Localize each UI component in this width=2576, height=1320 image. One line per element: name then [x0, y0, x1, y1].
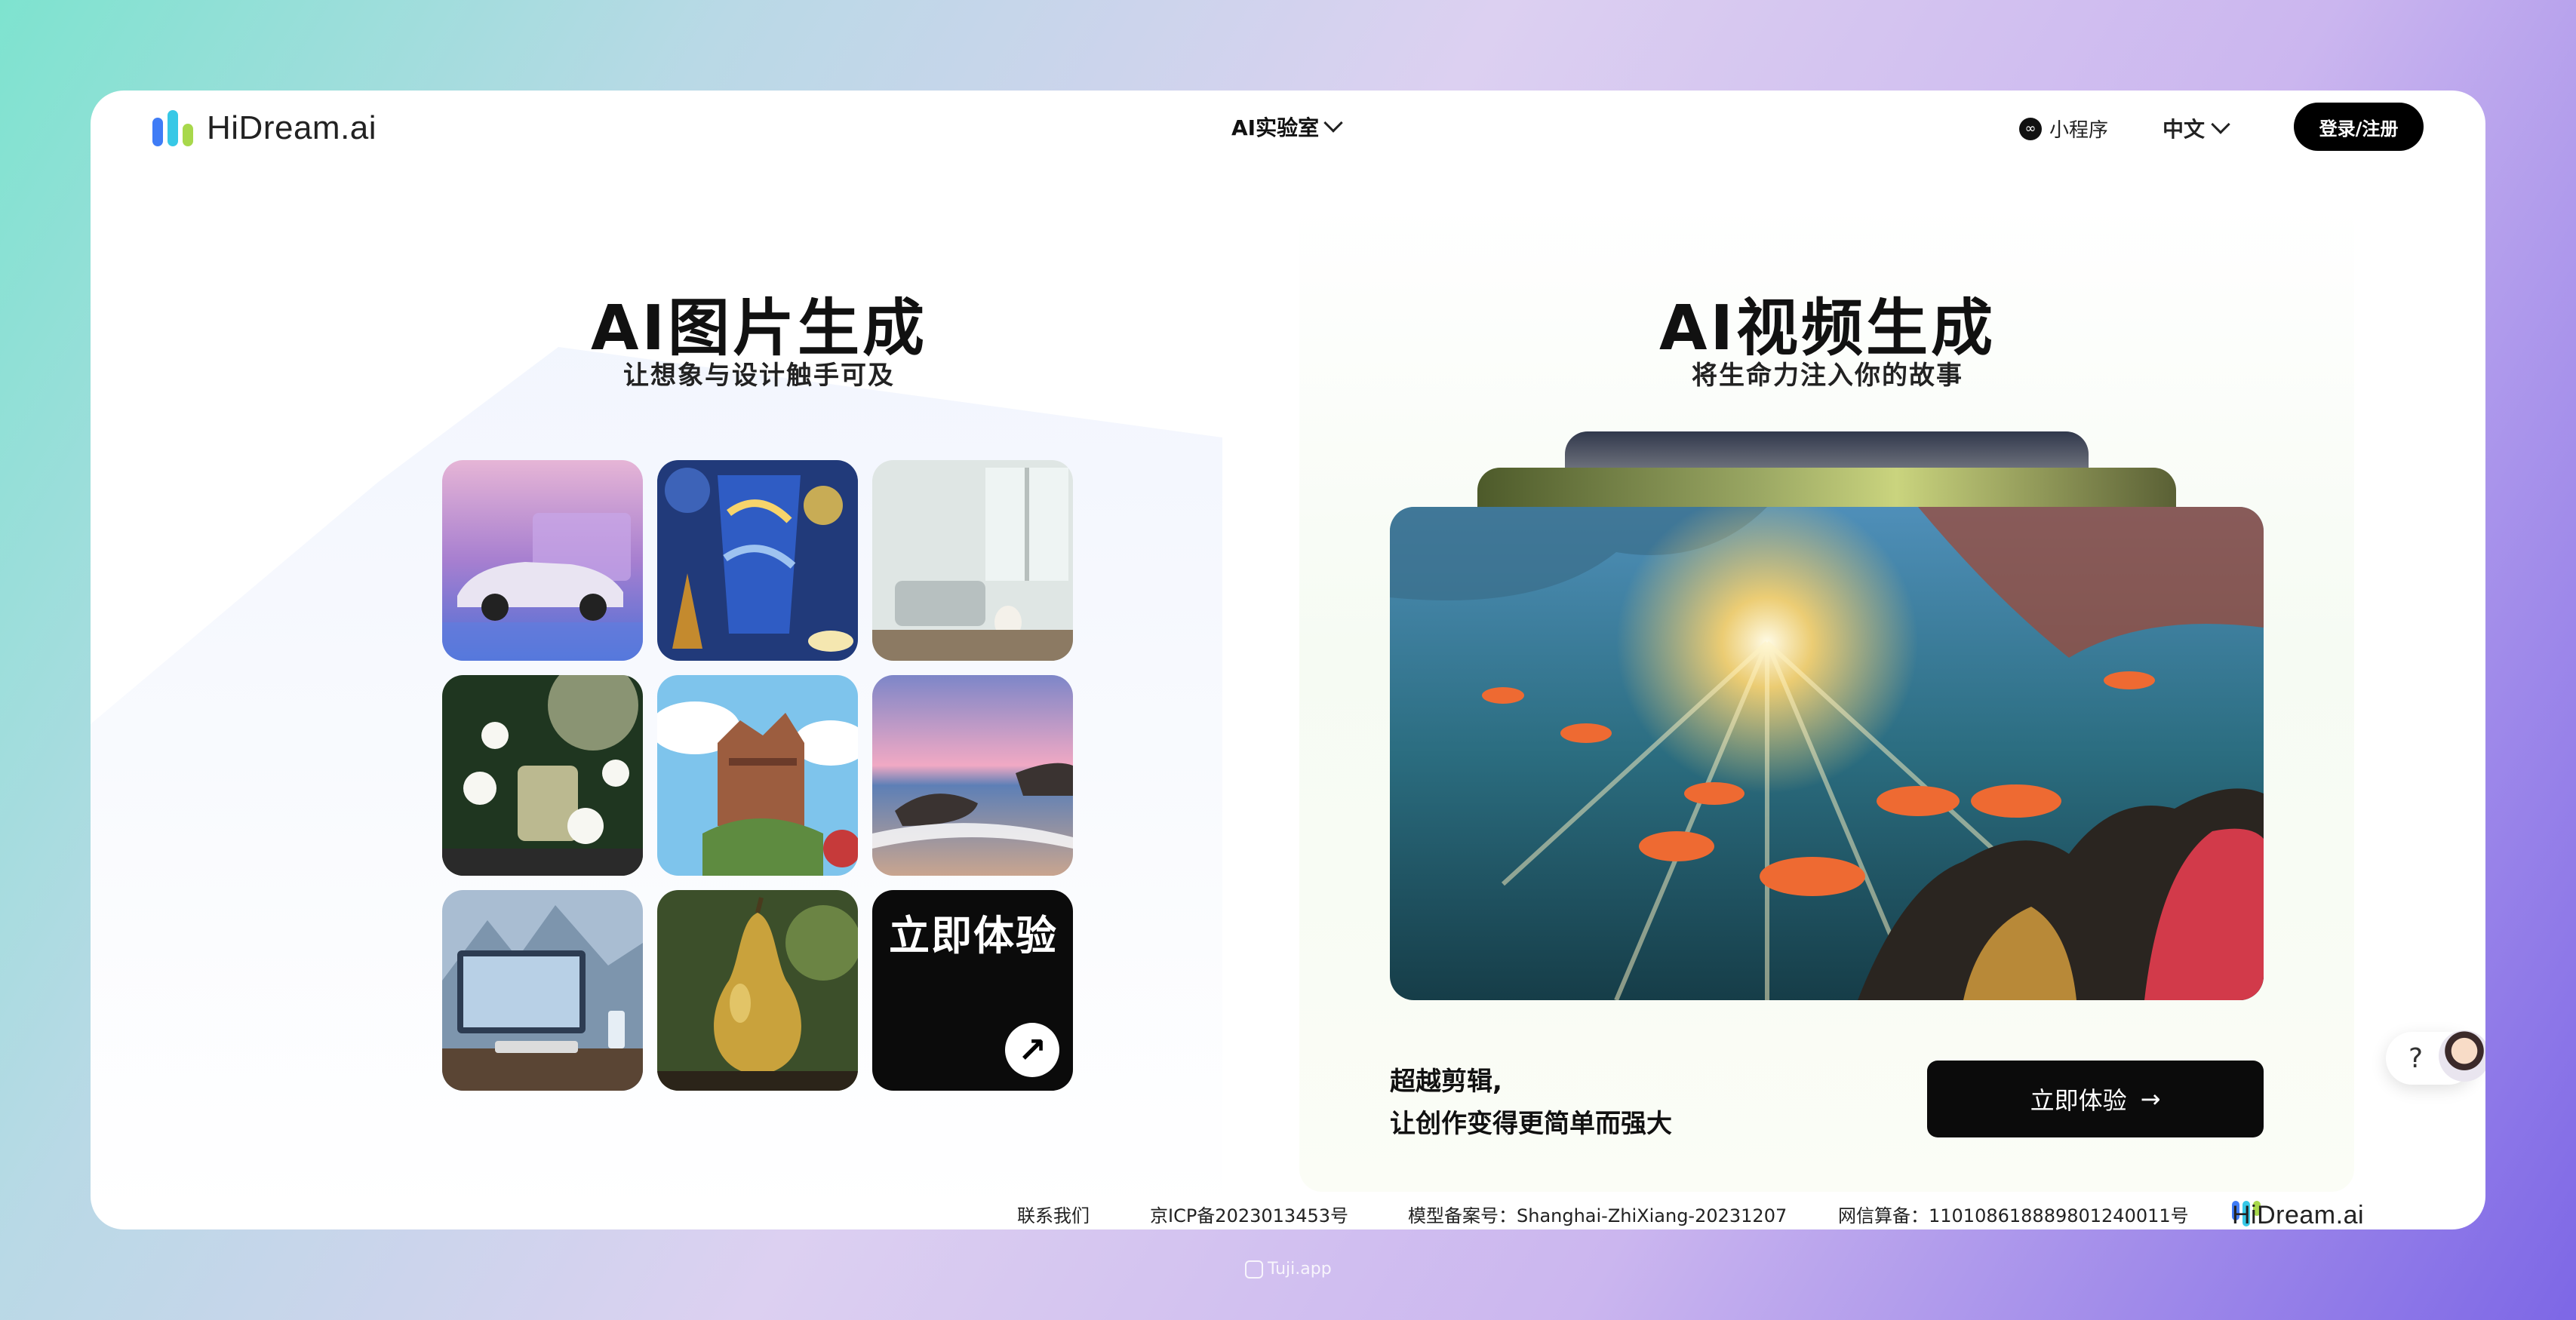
link-icon: ∞ — [2019, 117, 2042, 140]
watermark: Tuji.app — [1245, 1260, 1332, 1279]
image-gallery: 立即体验 ↗ — [442, 460, 1073, 1091]
question-icon: ? — [2408, 1042, 2424, 1074]
arrow-right-icon: → — [2140, 1085, 2161, 1113]
watermark-text: Tuji.app — [1268, 1260, 1332, 1279]
video-preview-underwater[interactable] — [1390, 507, 2264, 1000]
try-now-tile[interactable]: 立即体验 ↗ — [872, 890, 1073, 1091]
arrow-up-right-icon: ↗ — [1005, 1023, 1059, 1077]
video-caption: 超越剪辑, 让创作变得更简单而强大 — [1390, 1061, 1672, 1145]
gallery-image-perfume-flowers[interactable] — [442, 675, 643, 876]
footer: 联系我们 京ICP备2023013453号 模型备案号：Shanghai-Zhi… — [91, 1198, 2485, 1229]
nav-ai-lab[interactable]: AI实验室 — [1231, 112, 1343, 142]
login-button[interactable]: 登录/注册 — [2294, 103, 2424, 151]
chevron-down-icon — [2211, 115, 2230, 134]
footer-logo: HiDream.ai — [2232, 1198, 2364, 1229]
language-label: 中文 — [2163, 117, 2206, 142]
logo[interactable]: HiDream.ai — [152, 109, 377, 148]
video-section-subtitle: 将生命力注入你的故事 — [1692, 361, 1963, 391]
gallery-image-beach-sunset[interactable] — [872, 675, 1073, 876]
logo-mark-icon — [152, 110, 196, 146]
main-card: HiDream.ai AI实验室 ∞ 小程序 中文 登录/注册 AI图片生成 让… — [91, 91, 2485, 1229]
mini-program-link[interactable]: ∞ 小程序 — [2019, 115, 2108, 143]
footer-contact-link[interactable]: 联系我们 — [1017, 1201, 1090, 1227]
assistant-avatar[interactable] — [2439, 1030, 2485, 1082]
caption-line-2: 让创作变得更简单而强大 — [1390, 1109, 1672, 1139]
chevron-down-icon — [1323, 113, 1343, 133]
gallery-image-castle[interactable] — [657, 675, 858, 876]
gallery-image-car[interactable] — [442, 460, 643, 661]
footer-logo-text: HiDream.ai — [2232, 1201, 2365, 1229]
watermark-icon — [1245, 1260, 1263, 1279]
footer-model-record: 模型备案号：Shanghai-ZhiXiang-20231207 — [1408, 1205, 1788, 1226]
video-try-now-label: 立即体验 — [2030, 1086, 2127, 1115]
gallery-image-pear[interactable] — [657, 890, 858, 1091]
logo-text: HiDream.ai — [207, 109, 377, 146]
image-section-subtitle: 让想象与设计触手可及 — [623, 361, 895, 391]
video-try-now-button[interactable]: 立即体验 → — [1927, 1061, 2264, 1137]
gallery-image-desk-computer[interactable] — [442, 890, 643, 1091]
language-select[interactable]: 中文 — [2163, 113, 2230, 143]
gallery-image-starry-cup[interactable] — [657, 460, 858, 661]
caption-line-1: 超越剪辑, — [1390, 1067, 1502, 1097]
footer-net-record: 网信算备：110108618889801240011号 — [1838, 1205, 2189, 1226]
try-now-tile-label: 立即体验 — [889, 912, 1058, 959]
nav-ai-lab-label: AI实验室 — [1231, 115, 1320, 140]
footer-icp-link[interactable]: 京ICP备2023013453号 — [1150, 1201, 1348, 1227]
gallery-image-living-room[interactable] — [872, 460, 1073, 661]
mini-program-label: 小程序 — [2049, 119, 2109, 142]
